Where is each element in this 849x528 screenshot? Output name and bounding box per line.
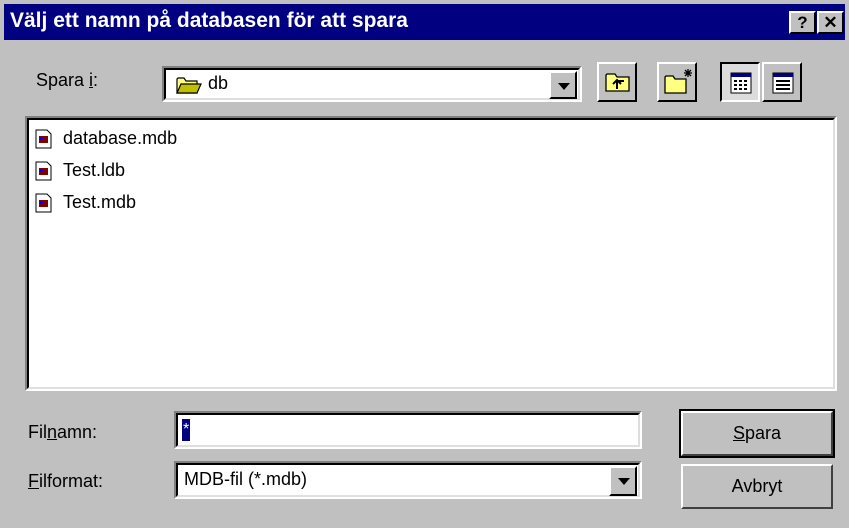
filetype-value: MDB-fil (*.mdb) [184, 469, 308, 489]
filetype-dropdown-button[interactable] [609, 466, 637, 496]
save-button[interactable]: Spara [679, 409, 835, 458]
access-file-icon [35, 193, 52, 213]
list-view-button[interactable] [720, 62, 760, 102]
access-file-icon [35, 161, 52, 181]
filename-label: Filnamn: [28, 422, 98, 442]
new-folder-icon [664, 68, 694, 101]
up-one-level-button[interactable] [597, 62, 637, 102]
window-title: Välj ett namn på databasen för att spara [10, 9, 408, 32]
chevron-down-icon [618, 478, 630, 485]
chevron-down-icon [558, 83, 570, 90]
save-in-dropdown-button[interactable] [549, 71, 577, 99]
file-list[interactable]: database.mdb Test.ldb Test.mdb [25, 116, 837, 391]
filename-input[interactable]: * [174, 411, 642, 449]
save-in-value: db [208, 73, 229, 93]
list-view-icon [730, 72, 752, 99]
filetype-label: Filformat: [28, 471, 104, 491]
details-view-icon [772, 72, 794, 99]
save-in-combobox[interactable]: db [162, 66, 582, 102]
filetype-combobox[interactable]: MDB-fil (*.mdb) [174, 461, 642, 499]
save-dialog: Välj ett namn på databasen för att spara… [0, 0, 849, 528]
folder-up-icon [605, 70, 631, 99]
file-name: Test.ldb [63, 160, 126, 180]
folder-open-icon [176, 75, 202, 95]
close-button[interactable]: ✕ [817, 11, 844, 34]
details-view-button[interactable] [762, 62, 802, 102]
file-name: Test.mdb [63, 192, 137, 212]
file-name: database.mdb [63, 128, 178, 148]
filename-value: * [182, 419, 191, 441]
create-new-folder-button[interactable] [657, 62, 697, 102]
title-bar[interactable]: Välj ett namn på databasen för att spara… [4, 4, 845, 40]
cancel-button[interactable]: Avbryt [681, 464, 833, 509]
save-in-label: Spara i: [36, 70, 99, 90]
help-button[interactable]: ? [789, 11, 816, 34]
access-file-icon [35, 129, 52, 149]
